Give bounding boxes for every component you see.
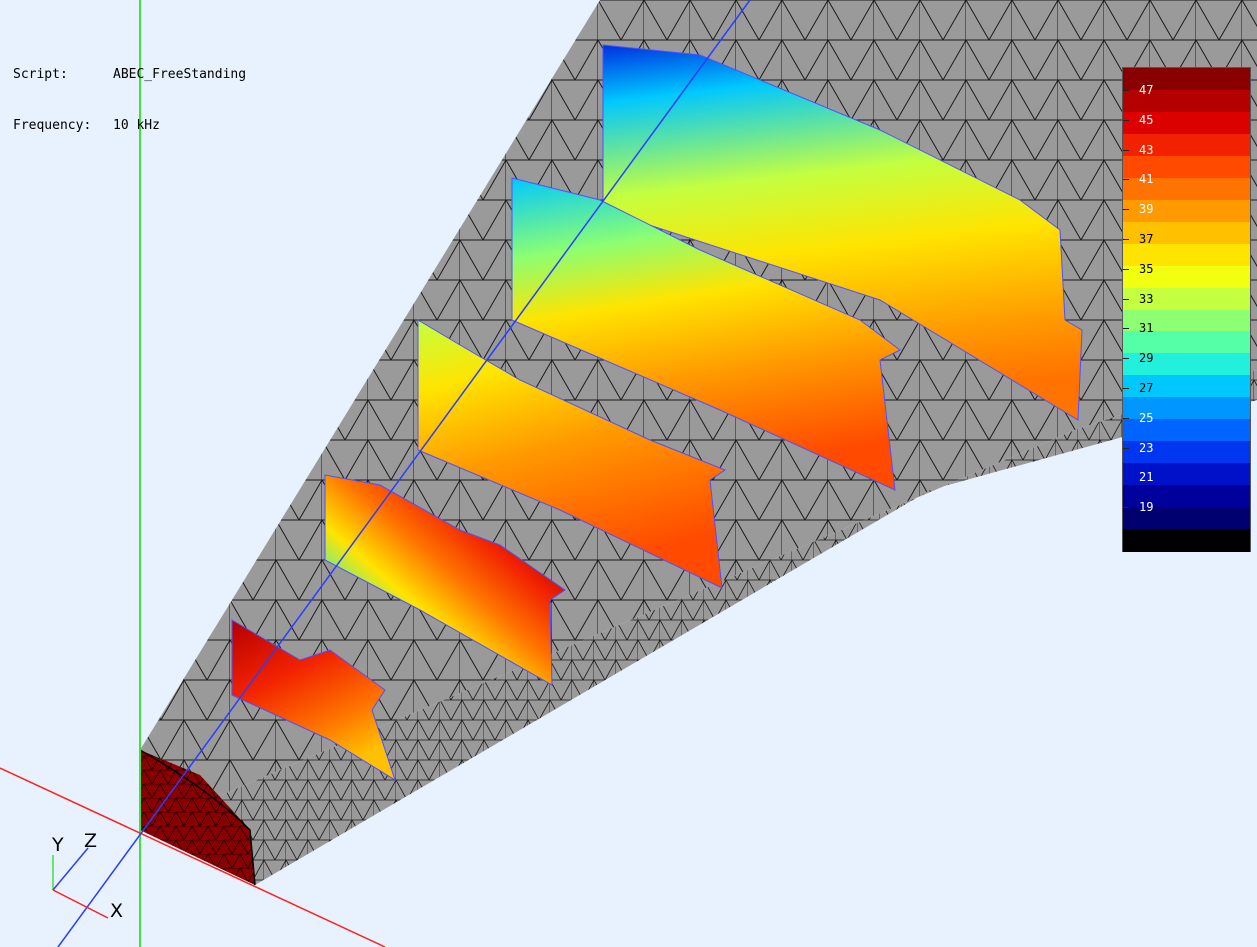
legend-label: 31 (1139, 321, 1154, 336)
axis-z-label: Z (84, 830, 97, 852)
legend-label: 47 (1139, 83, 1154, 97)
legend-tick (1123, 388, 1129, 389)
legend-tick (1123, 149, 1129, 151)
legend-tick (1123, 268, 1129, 270)
legend-label: 43 (1139, 142, 1154, 157)
frequency-value: 10 kHz (113, 118, 160, 133)
legend-label: 45 (1139, 112, 1154, 127)
script-value: ABEC_FreeStanding (113, 67, 247, 82)
legend-tick (1123, 477, 1129, 479)
info-panel: Script: ABEC_FreeStanding Frequency: 10 kH… (13, 32, 246, 151)
legend-label: 41 (1139, 172, 1154, 187)
legend-tick (1123, 447, 1129, 449)
legend-tick (1123, 298, 1129, 300)
legend-label: 25 (1139, 410, 1154, 425)
legend-tick (1123, 358, 1129, 360)
legend-label: 27 (1139, 381, 1154, 395)
legend-label: 33 (1139, 291, 1154, 306)
legend-tick (1123, 239, 1129, 240)
legend-label: 23 (1139, 440, 1154, 455)
axis-x-label: X (110, 900, 123, 922)
legend-tick (1123, 179, 1129, 181)
legend-label: 19 (1139, 500, 1154, 515)
legend-label: 35 (1139, 261, 1154, 276)
color-legend: 47 45 43 41 39 37 35 33 31 29 27 25 23 21 19 (1122, 67, 1251, 552)
legend-tick (1123, 417, 1129, 419)
axis-y-label: Y (51, 834, 64, 856)
legend-label: 37 (1139, 232, 1154, 246)
legend-tick (1123, 119, 1129, 121)
legend-tick (1123, 328, 1129, 330)
legend-tick (1123, 90, 1129, 91)
frequency-label: Frequency: (13, 118, 92, 133)
legend-label: 39 (1139, 202, 1154, 217)
legend-tick (1123, 209, 1129, 211)
legend-band (1123, 529, 1250, 552)
legend-label: 29 (1139, 351, 1154, 366)
script-label: Script: (13, 67, 68, 82)
legend-tick (1123, 507, 1129, 509)
legend-label: 21 (1139, 470, 1154, 485)
